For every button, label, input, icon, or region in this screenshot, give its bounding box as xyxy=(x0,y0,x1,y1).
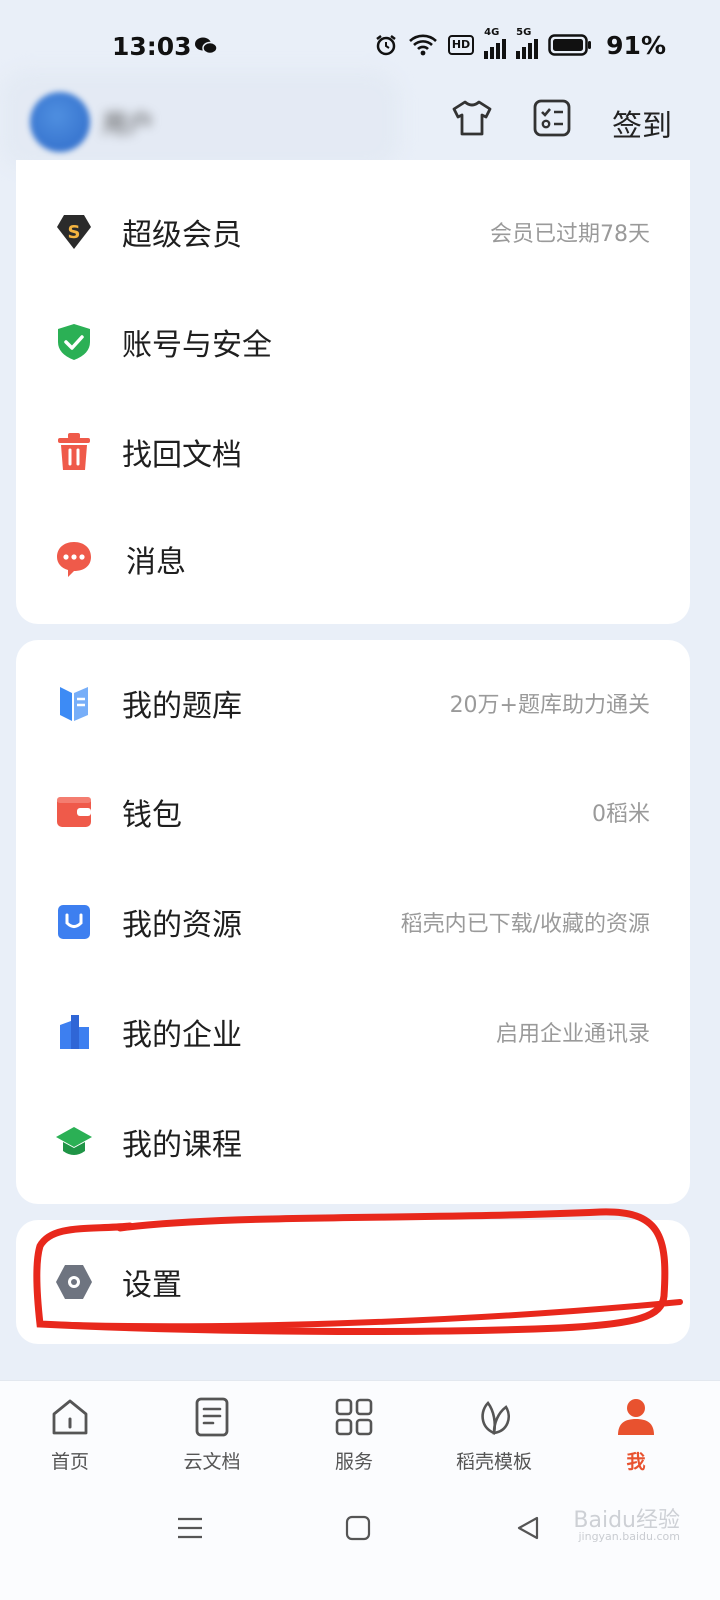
menu-label: 账号与安全 xyxy=(122,328,272,363)
menu-sub-text: 会员已过期78天 xyxy=(490,222,650,247)
menu-label: 设置 xyxy=(122,1268,182,1303)
document-icon xyxy=(194,1397,230,1441)
menu-item-settings[interactable]: 设置 xyxy=(16,1237,690,1327)
grid-icon xyxy=(334,1397,374,1441)
message-bubble-icon xyxy=(54,539,94,579)
settings-card: 设置 xyxy=(16,1220,690,1344)
menu-sub-text: 启用企业通讯录 xyxy=(495,1022,650,1047)
task-list-button[interactable] xyxy=(530,98,574,142)
back-button[interactable] xyxy=(508,1510,548,1550)
trash-icon xyxy=(54,432,94,472)
checkin-button[interactable]: 签到 xyxy=(612,101,672,145)
tab-label: 我 xyxy=(626,1451,646,1473)
system-navigation-bar: Baidu经验 jingyan.baidu.com xyxy=(0,1490,720,1600)
home-icon xyxy=(50,1397,90,1441)
question-bank-icon xyxy=(54,683,94,723)
menu-item-my-enterprise[interactable]: 我的企业 启用企业通讯录 xyxy=(16,987,690,1077)
bottom-tab-bar: 首页 云文档 服务 稻壳模板 我 xyxy=(0,1380,720,1490)
avatar[interactable] xyxy=(30,92,90,152)
alarm-icon xyxy=(374,33,398,57)
status-time: 13:03 xyxy=(112,32,192,61)
tab-me[interactable]: 我 xyxy=(576,1397,696,1477)
checklist-icon xyxy=(532,98,572,142)
signal-4g-label: 4G xyxy=(484,27,500,38)
home-button[interactable] xyxy=(338,1510,378,1550)
menu-item-question-bank[interactable]: 我的题库 20万+题库助力通关 xyxy=(16,658,690,748)
menu-label: 我的题库 xyxy=(122,689,242,724)
shield-check-icon xyxy=(54,322,94,362)
menu-label: 找回文档 xyxy=(122,438,242,473)
skin-button[interactable] xyxy=(450,98,494,142)
enterprise-icon xyxy=(54,1012,94,1052)
menu-sub-text: 稻壳内已下载/收藏的资源 xyxy=(400,912,650,937)
menu-sub-text: 20万+题库助力通关 xyxy=(449,693,650,718)
menu-label: 我的资源 xyxy=(122,908,242,943)
menu-lines-icon xyxy=(176,1516,204,1544)
tab-label: 云文档 xyxy=(183,1451,241,1473)
menu-item-recover-docs[interactable]: 找回文档 xyxy=(16,407,690,497)
wechat-notification-icon xyxy=(194,36,218,56)
menu-item-super-vip[interactable]: S 超级会员 会员已过期78天 xyxy=(16,187,690,277)
menu-item-messages[interactable]: 消息 xyxy=(16,514,690,604)
svg-text:S: S xyxy=(68,222,81,243)
tab-label: 稻壳模板 xyxy=(455,1451,532,1473)
menu-sub-text: 0稻米 xyxy=(592,802,650,827)
menu-item-my-resources[interactable]: 我的资源 稻壳内已下载/收藏的资源 xyxy=(16,877,690,967)
tab-services[interactable]: 服务 xyxy=(294,1397,414,1477)
menu-item-wallet[interactable]: 钱包 0稻米 xyxy=(16,767,690,857)
tools-menu-card: 我的题库 20万+题库助力通关 钱包 0稻米 我的资源 稻壳内已下载/收藏的资源… xyxy=(16,640,690,1204)
tab-cloud-docs[interactable]: 云文档 xyxy=(152,1397,272,1477)
menu-item-account-security[interactable]: 账号与安全 xyxy=(16,297,690,387)
super-vip-icon: S xyxy=(54,212,94,252)
account-menu-card: S 超级会员 会员已过期78天 账号与安全 找回文档 消息 xyxy=(16,160,690,624)
menu-label: 我的企业 xyxy=(122,1018,242,1053)
signal-5g-icon: 5G xyxy=(516,27,539,59)
tshirt-icon xyxy=(451,99,493,141)
tab-label: 首页 xyxy=(50,1451,89,1473)
menu-label: 消息 xyxy=(126,545,186,580)
menu-label: 我的课程 xyxy=(122,1128,242,1163)
menu-label: 钱包 xyxy=(122,798,182,833)
leaf-icon xyxy=(474,1397,514,1441)
battery-icon xyxy=(548,34,592,56)
back-triangle-icon xyxy=(515,1515,541,1545)
hd-badge-icon: HD xyxy=(447,35,475,55)
graduation-cap-icon xyxy=(54,1122,94,1162)
status-icons: HD 4G 5G 91% xyxy=(374,27,666,60)
baidu-watermark-url: jingyan.baidu.com xyxy=(578,1530,680,1543)
tab-label: 服务 xyxy=(334,1451,373,1473)
resource-icon xyxy=(54,902,94,942)
recent-apps-button[interactable] xyxy=(170,1510,210,1550)
wallet-icon xyxy=(54,792,94,832)
tab-templates[interactable]: 稻壳模板 xyxy=(434,1397,554,1477)
username[interactable]: 用户 xyxy=(102,104,154,141)
signal-5g-label: 5G xyxy=(516,27,532,38)
person-icon xyxy=(615,1397,657,1441)
square-icon xyxy=(345,1515,371,1545)
wifi-icon xyxy=(408,33,438,57)
gear-icon xyxy=(54,1262,94,1302)
tab-home[interactable]: 首页 xyxy=(10,1397,130,1477)
signal-4g-icon: 4G xyxy=(484,27,507,59)
menu-label: 超级会员 xyxy=(122,218,242,253)
battery-percent: 91% xyxy=(606,30,666,60)
menu-item-my-courses[interactable]: 我的课程 xyxy=(16,1097,690,1187)
